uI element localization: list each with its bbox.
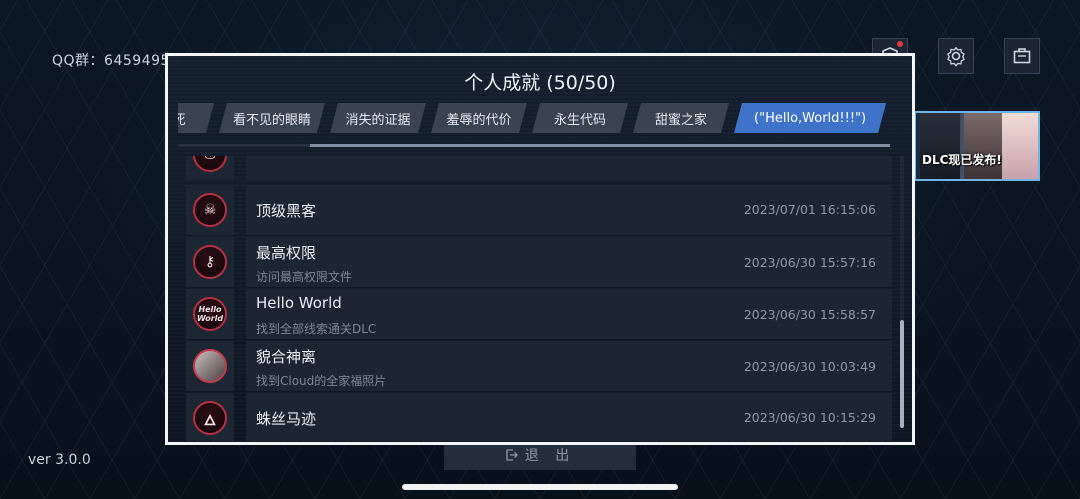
tab-chapter[interactable]: 甜蜜之家 <box>633 103 729 133</box>
achievement-row[interactable]: ♨ <box>182 156 892 180</box>
banner-character-image <box>1002 113 1038 179</box>
achievement-row[interactable]: Hello World Hello World 找到全部线索通关DLC 2023… <box>182 289 892 339</box>
family-photo-icon <box>193 349 227 383</box>
exit-label: 退 出 <box>524 448 576 464</box>
tab-chapter[interactable]: 消失的证据 <box>330 103 426 133</box>
tabs-scrollbar-thumb[interactable] <box>310 144 890 147</box>
achievement-title: 蛛丝马迹 <box>256 410 317 428</box>
achievement-list[interactable]: ♨ ☠ 顶级黑客 2023/07/01 16:15:06 ⚷ 最高权限 访问最高… <box>182 156 892 441</box>
achievement-time: 2023/06/30 10:03:49 <box>743 359 876 374</box>
modal-title: 个人成就 (50/50) <box>464 72 616 94</box>
tabs-scrollbar[interactable] <box>178 144 890 147</box>
achievement-row[interactable]: ☠ 顶级黑客 2023/07/01 16:15:06 <box>182 185 892 235</box>
tab-chapter[interactable]: 员之死 <box>178 103 214 133</box>
achievement-description: 找到全部线索通关DLC <box>256 322 377 336</box>
qq-group-text: QQ群：64594955 <box>52 53 180 69</box>
achievement-title: 顶级黑客 <box>256 202 317 220</box>
banner-character-image <box>920 113 960 179</box>
version-label: ver 3.0.0 <box>28 452 91 468</box>
achievement-time: 2023/06/30 10:15:29 <box>743 410 876 425</box>
achievement-icon-cell: ☠ <box>186 185 234 235</box>
inventory-button[interactable] <box>1004 38 1040 74</box>
key-gear-icon: ⚷ <box>193 245 227 279</box>
achievement-time: 2023/06/30 15:58:57 <box>743 307 876 322</box>
achievement-title: Hello World <box>256 294 342 312</box>
tab-chapter[interactable]: 永生代码 <box>532 103 628 133</box>
home-indicator[interactable] <box>402 484 678 490</box>
achievement-row[interactable]: 🜂 蛛丝马迹 2023/06/30 10:15:29 <box>182 393 892 441</box>
achievement-row[interactable]: 貌合神离 找到Cloud的全家福照片 2023/06/30 10:03:49 <box>182 341 892 391</box>
gear-icon <box>947 46 965 67</box>
achievements-modal: 个人成就 (50/50) 员之死 看不见的眼睛 消失的证据 羞辱的代价 永生代码… <box>165 53 915 445</box>
achievement-description: 找到Cloud的全家福照片 <box>256 374 387 388</box>
achievement-icon-cell: ⚷ <box>186 237 234 287</box>
achievement-row[interactable]: ⚷ 最高权限 访问最高权限文件 2023/06/30 15:57:16 <box>182 237 892 287</box>
achievement-time: 2023/06/30 15:57:16 <box>743 255 876 270</box>
fire-icon: ♨ <box>193 156 227 172</box>
list-scrollbar[interactable] <box>900 156 904 428</box>
achievement-icon-cell <box>186 341 234 391</box>
achievement-icon-cell: Hello World <box>186 289 234 339</box>
achievement-title: 最高权限 <box>256 244 317 262</box>
flame-icon: 🜂 <box>193 401 227 435</box>
dlc-banner[interactable]: DLC现已发布! <box>914 111 1040 181</box>
list-scrollbar-thumb[interactable] <box>900 320 904 428</box>
hello-world-icon: Hello World <box>193 297 227 331</box>
banner-character-image <box>964 113 1004 179</box>
chapter-tabs[interactable]: 员之死 看不见的眼睛 消失的证据 羞辱的代价 永生代码 甜蜜之家 ("Hello… <box>178 103 890 135</box>
achievement-title: 貌合神离 <box>256 348 317 366</box>
achievement-icon-cell: ♨ <box>186 156 234 180</box>
hacker-mask-icon: ☠ <box>193 193 227 227</box>
achievement-time: 2023/07/01 16:15:06 <box>743 202 876 217</box>
exit-icon <box>506 449 518 461</box>
notification-dot <box>897 41 903 47</box>
achievement-description: 访问最高权限文件 <box>256 270 353 284</box>
tab-chapter[interactable]: 看不见的眼睛 <box>219 103 325 133</box>
tab-chapter[interactable]: 羞辱的代价 <box>431 103 527 133</box>
dlc-banner-text: DLC现已发布! <box>922 153 1002 167</box>
achievement-icon-cell: 🜂 <box>186 393 234 441</box>
tab-chapter-active[interactable]: ("Hello,World!!!") <box>734 103 886 133</box>
settings-button[interactable] <box>938 38 974 74</box>
bag-icon <box>1013 48 1031 64</box>
